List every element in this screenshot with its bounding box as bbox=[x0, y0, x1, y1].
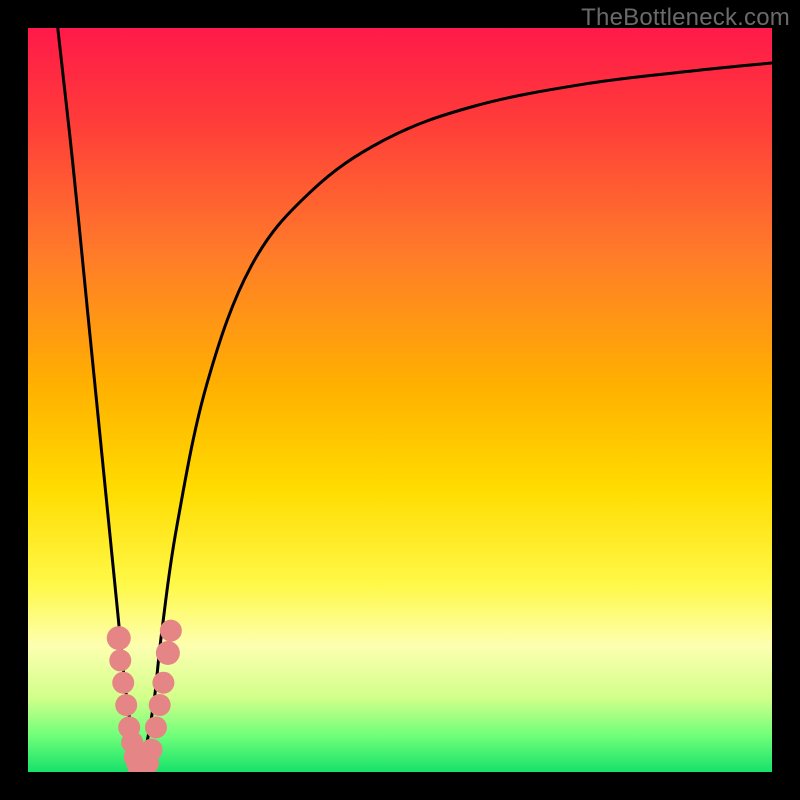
chart-background-gradient bbox=[28, 28, 772, 772]
data-marker bbox=[152, 672, 174, 694]
data-marker bbox=[156, 641, 180, 665]
data-marker bbox=[112, 672, 134, 694]
data-marker bbox=[149, 694, 171, 716]
data-marker bbox=[109, 649, 131, 671]
chart-frame: TheBottleneck.com bbox=[0, 0, 800, 800]
chart-svg bbox=[28, 28, 772, 772]
chart-plot-area bbox=[28, 28, 772, 772]
data-marker bbox=[115, 694, 137, 716]
data-marker bbox=[145, 716, 167, 738]
data-marker bbox=[107, 626, 131, 650]
watermark-text: TheBottleneck.com bbox=[581, 4, 790, 32]
data-marker bbox=[160, 620, 182, 642]
data-marker bbox=[141, 739, 163, 761]
